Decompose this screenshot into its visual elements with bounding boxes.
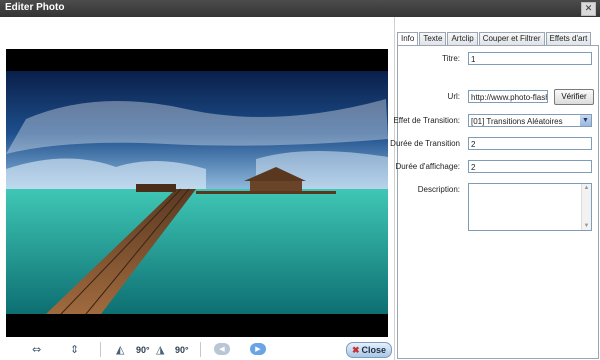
flip-horizontal-icon[interactable]: ⇔ xyxy=(32,343,41,357)
tab-texte[interactable]: Texte xyxy=(419,32,447,45)
description-textarea[interactable]: ▲ ▼ xyxy=(468,183,592,231)
rotate-left-label[interactable]: 90° xyxy=(136,343,150,357)
rotate-right-label[interactable]: 90° xyxy=(175,343,189,357)
url-input[interactable]: http://www.photo-flash-m xyxy=(468,90,548,103)
transition-effect-select[interactable]: [01] Transitions Aléatoires ▼ xyxy=(468,114,592,127)
title-input[interactable]: 1 xyxy=(468,52,592,65)
tab-bar: Info Texte Artclip Couper et Filtrer Eff… xyxy=(397,32,592,46)
photo-preview-area xyxy=(0,17,393,360)
url-label: Url: xyxy=(447,92,460,101)
transition-duration-input[interactable]: 2 xyxy=(468,137,592,150)
transition-duration-label: Durée de Transition xyxy=(390,139,460,148)
flip-vertical-icon[interactable]: ⇕ xyxy=(70,343,79,357)
description-label: Description: xyxy=(417,185,460,194)
rotate-left-icon[interactable]: ◭ xyxy=(116,343,124,357)
chevron-down-icon[interactable]: ▼ xyxy=(580,115,591,126)
window-titlebar: Editer Photo ✕ xyxy=(0,0,600,17)
info-tab-content: Titre: 1 Url: http://www.photo-flash-m V… xyxy=(390,45,599,359)
photo-image xyxy=(6,49,388,337)
close-button[interactable]: ✖ Close xyxy=(346,342,392,358)
next-icon[interactable]: ▶ xyxy=(250,343,266,355)
close-x-icon: ✖ xyxy=(351,345,360,355)
toolbar-separator xyxy=(100,342,101,357)
display-duration-label: Durée d'affichage: xyxy=(395,162,460,171)
display-duration-input[interactable]: 2 xyxy=(468,160,592,173)
close-button-label: Close xyxy=(361,345,387,355)
title-label: Titre: xyxy=(442,54,460,63)
verify-button[interactable]: Vérifier xyxy=(554,89,594,105)
scroll-up-icon[interactable]: ▲ xyxy=(582,184,591,192)
previous-icon[interactable]: ◀ xyxy=(214,343,230,355)
window-close-icon[interactable]: ✕ xyxy=(581,2,596,16)
transition-effect-value: [01] Transitions Aléatoires xyxy=(471,117,563,126)
window-title: Editer Photo xyxy=(5,2,65,13)
tab-info[interactable]: Info xyxy=(397,32,419,46)
properties-panel: Info Texte Artclip Couper et Filtrer Eff… xyxy=(390,17,600,360)
rotate-right-icon[interactable]: ◮ xyxy=(156,343,164,357)
transition-effect-label: Effet de Transition: xyxy=(393,116,460,125)
photo-toolbar: ⇔ ⇕ ◭ 90° ◮ 90° ◀ ▶ ✖ Close xyxy=(0,340,395,360)
tab-effets-d-art[interactable]: Effets d'art xyxy=(545,32,592,45)
tab-artclip[interactable]: Artclip xyxy=(447,32,478,45)
scroll-down-icon[interactable]: ▼ xyxy=(582,222,591,230)
description-scrollbar[interactable]: ▲ ▼ xyxy=(581,184,591,230)
tab-couper-et-filtrer[interactable]: Couper et Filtrer xyxy=(478,32,545,45)
photo-preview xyxy=(6,49,388,337)
toolbar-separator xyxy=(200,342,201,357)
